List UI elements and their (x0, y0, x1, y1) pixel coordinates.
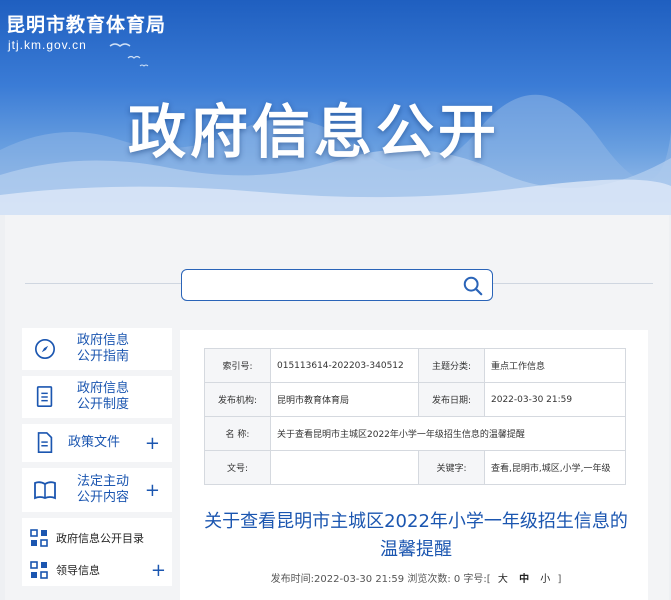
expand-plus-icon[interactable]: + (145, 480, 160, 501)
grid-icon (30, 529, 48, 547)
expand-plus-icon[interactable]: + (151, 560, 166, 581)
sidebar-sublist: 政府信息公开目录 领导信息 + (22, 518, 172, 586)
font-size-medium-button[interactable]: 中 (519, 574, 529, 585)
article-meta: 发布时间:2022-03-30 21:59 浏览次数: 0 字号:[ 大 中 小… (200, 570, 632, 585)
date-value: 2022-03-30 21:59 (484, 382, 626, 417)
publisher-label: 发布机构: (204, 382, 271, 417)
sidebar-item-label: 政府信息 (76, 333, 129, 348)
sidebar-item-label: 领导信息 (56, 564, 100, 577)
sidebar-item-label: 公开指南 (76, 349, 129, 364)
search-input[interactable] (192, 275, 452, 295)
meta-bracket: ] (557, 574, 562, 585)
header-banner: 昆明市教育体育局 jtj.km.gov.cn 政府信息公开 (0, 0, 671, 215)
sidebar-item-label: 政府信息公开目录 (56, 532, 144, 545)
article-title: 关于查看昆明市主城区2022年小学一年级招生信息的温馨提醒 (204, 511, 628, 560)
meta-info: 发布时间:2022-03-30 21:59 浏览次数: 0 字号:[ (270, 574, 491, 585)
compass-icon (35, 339, 55, 359)
table-row: 名 称: 关于查看昆明市主城区2022年小学一年级招生信息的温馨提醒 (204, 416, 626, 451)
sidebar-item-statutory-disclosure[interactable]: 法定主动 公开内容 + (22, 468, 172, 512)
index-label: 索引号: (204, 348, 271, 383)
sidebar: 政府信息 公开指南 政府信息 公开制度 政策文件 + 法定主动 公开内容 + 政… (22, 328, 172, 586)
docno-label: 文号: (204, 450, 271, 485)
banner-title: 政府信息公开 (128, 98, 501, 166)
document-icon (36, 386, 53, 407)
sidebar-item-directory[interactable]: 政府信息公开目录 (22, 522, 172, 554)
book-icon (34, 481, 56, 500)
keywords-label: 关键字: (418, 450, 485, 485)
publisher-value: 昆明市教育体育局 (270, 382, 419, 417)
document-info-table: 索引号: 015113614-202203-340512 主题分类: 重点工作信… (204, 348, 626, 485)
expand-plus-icon[interactable]: + (145, 433, 160, 454)
search-box[interactable] (181, 269, 493, 301)
name-label: 名 称: (204, 416, 271, 451)
sidebar-item-label: 政策文件 (68, 435, 121, 450)
sidebar-item-label: 公开内容 (76, 490, 129, 505)
date-label: 发布日期: (418, 382, 485, 417)
search-icon[interactable] (462, 275, 484, 297)
sidebar-item-label: 法定主动 (76, 474, 129, 489)
file-icon (37, 432, 53, 453)
grid-icon (30, 561, 48, 579)
font-size-large-button[interactable]: 大 (498, 574, 508, 585)
font-size-small-button[interactable]: 小 (540, 574, 550, 585)
topic-value: 重点工作信息 (484, 348, 626, 383)
keywords-value: 查看,昆明市,城区,小学,一年级 (484, 450, 626, 485)
sidebar-item-policy-documents[interactable]: 政策文件 + (22, 424, 172, 462)
index-value: 015113614-202203-340512 (270, 348, 419, 383)
sidebar-item-label: 公开制度 (76, 397, 129, 412)
docno-value (270, 450, 419, 485)
site-name[interactable]: 昆明市教育体育局 (6, 10, 166, 37)
sidebar-item-leadership[interactable]: 领导信息 + (22, 554, 172, 586)
article-panel: 索引号: 015113614-202203-340512 主题分类: 重点工作信… (180, 330, 648, 600)
topic-label: 主题分类: (418, 348, 485, 383)
name-value: 关于查看昆明市主城区2022年小学一年级招生信息的温馨提醒 (270, 416, 626, 451)
site-domain: jtj.km.gov.cn (8, 38, 87, 52)
table-row: 索引号: 015113614-202203-340512 主题分类: 重点工作信… (204, 348, 626, 383)
sidebar-item-guide[interactable]: 政府信息 公开指南 (22, 328, 172, 370)
sidebar-item-label: 政府信息 (76, 381, 129, 396)
table-row: 发布机构: 昆明市教育体育局 发布日期: 2022-03-30 21:59 (204, 382, 626, 417)
table-row: 文号: 关键字: 查看,昆明市,城区,小学,一年级 (204, 450, 626, 485)
sidebar-item-regulations[interactable]: 政府信息 公开制度 (22, 376, 172, 418)
